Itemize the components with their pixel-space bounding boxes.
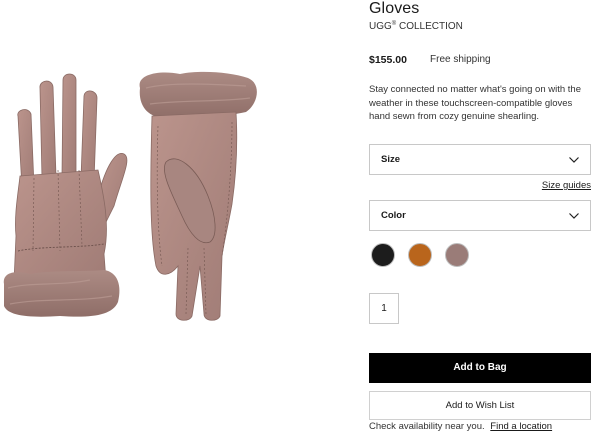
- product-description: Stay connected no matter what's going on…: [369, 84, 581, 122]
- availability-row: Check availability near you. Find a loca…: [369, 421, 552, 432]
- product-brand[interactable]: UGG® COLLECTION: [369, 21, 463, 32]
- size-guides-link[interactable]: Size guides: [542, 180, 591, 191]
- quantity-select[interactable]: 1: [369, 293, 399, 324]
- product-page: Gloves UGG® COLLECTION $155.00 Free ship…: [0, 0, 600, 438]
- size-select-label: Size: [381, 154, 401, 165]
- left-glove: [3, 73, 128, 317]
- gloves-illustration: [3, 71, 257, 321]
- availability-text: Check availability near you.: [369, 421, 485, 432]
- product-price: $155.00: [369, 54, 407, 66]
- brand-suffix: COLLECTION: [398, 21, 463, 32]
- find-location-link[interactable]: Find a location: [490, 421, 552, 432]
- chevron-down-icon: [569, 157, 579, 163]
- add-to-bag-button[interactable]: Add to Bag: [369, 353, 591, 383]
- brand-name: UGG: [369, 21, 392, 32]
- right-glove: [139, 71, 257, 321]
- swatch-chestnut[interactable]: [408, 243, 432, 267]
- chevron-down-icon: [569, 213, 579, 219]
- shipping-note: Free shipping: [430, 54, 491, 65]
- size-select[interactable]: Size: [369, 144, 591, 175]
- add-to-wish-list-button[interactable]: Add to Wish List: [369, 391, 591, 420]
- color-select[interactable]: Color: [369, 200, 591, 231]
- color-select-label: Color: [381, 210, 406, 221]
- registered-mark: ®: [391, 21, 397, 27]
- swatch-black[interactable]: [371, 243, 395, 267]
- product-title: Gloves: [369, 0, 420, 17]
- product-image: [0, 66, 262, 330]
- swatch-taupe[interactable]: [445, 243, 469, 267]
